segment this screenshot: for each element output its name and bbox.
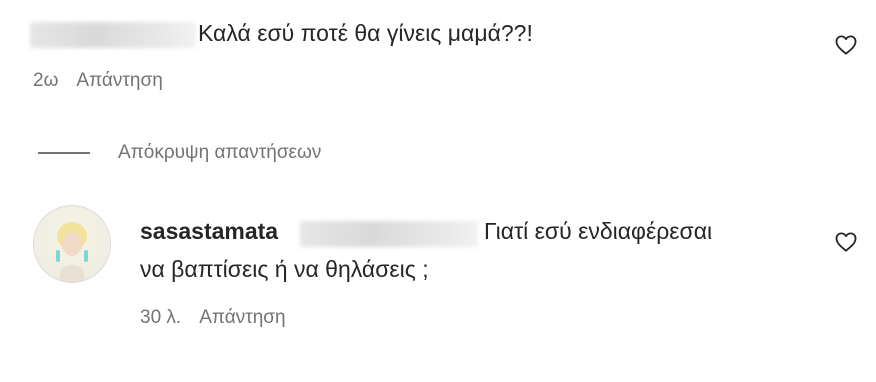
hide-replies-label[interactable]: Απόκρυψη απαντήσεων <box>118 142 321 164</box>
reply-button[interactable]: Απάντηση <box>76 70 162 91</box>
reply-text-line1: Γιατί εσύ ενδιαφέρεσαι <box>484 218 713 244</box>
reply-timestamp: 30 λ. <box>140 307 182 328</box>
comments-panel: Καλά εσύ ποτέ θα γίνεις μαμά??! 2ω Απάντη… <box>0 0 876 382</box>
profile-avatar-icon <box>56 222 88 282</box>
comment-text: Καλά εσύ ποτέ θα γίνεις μαμά??! <box>198 20 533 46</box>
reply-meta: 30 λ. Απάντηση <box>140 307 286 329</box>
comment-meta: 2ω Απάντηση <box>33 70 163 92</box>
reply-button[interactable]: Απάντηση <box>199 307 285 328</box>
blurred-username <box>30 22 196 48</box>
hide-replies-toggle[interactable]: Απόκρυψη απαντήσεων <box>38 140 321 166</box>
reply-text-line2: να βαπτίσεις ή να θηλάσεις ; <box>140 256 429 282</box>
reply-username-line: sasastamata <box>140 216 278 247</box>
like-heart-icon[interactable] <box>835 35 857 55</box>
username[interactable]: sasastamata <box>140 218 278 244</box>
like-heart-icon[interactable] <box>835 232 857 252</box>
avatar[interactable] <box>33 205 111 283</box>
replies-divider-line <box>38 152 90 154</box>
blurred-mention <box>300 221 478 247</box>
comment-timestamp: 2ω <box>33 70 59 91</box>
